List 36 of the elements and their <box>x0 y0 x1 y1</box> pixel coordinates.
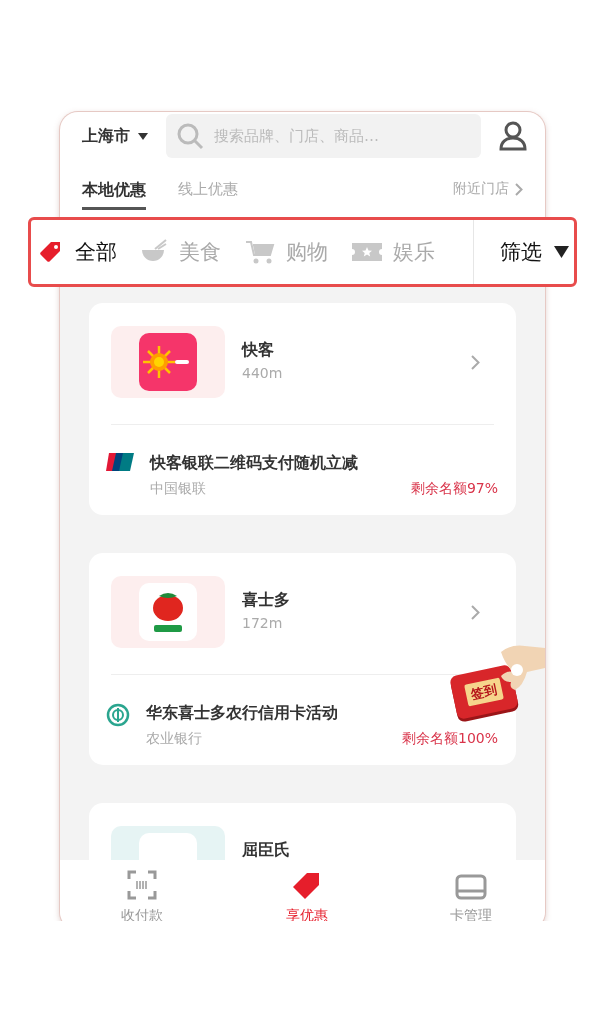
remaining-quota: 剩余名额100% <box>401 730 498 748</box>
city-selector[interactable]: 上海市 <box>82 125 148 147</box>
store-name: 快客 <box>242 340 275 361</box>
card-icon <box>455 874 487 900</box>
bank-name: 农业银行 <box>146 730 202 748</box>
store-logo-icon <box>139 583 197 641</box>
caret-icon <box>138 132 148 140</box>
dropdown-arrow-icon <box>554 246 569 258</box>
store-distance: 440m <box>242 365 284 381</box>
category-tab[interactable]: 全部 <box>38 238 117 266</box>
search-icon <box>176 122 204 150</box>
tab[interactable]: 线上优惠 <box>178 180 238 208</box>
nearby-stores-link[interactable]: 附近门店 <box>453 180 523 198</box>
store-logo-icon <box>139 333 197 391</box>
tab[interactable]: 本地优惠 <box>82 180 146 210</box>
offer-title: 华东喜士多农行信用卡活动 <box>146 703 339 724</box>
scan-icon <box>127 870 157 900</box>
category-tab[interactable]: 美食 <box>141 238 221 266</box>
category-tab[interactable]: 购物 <box>245 238 328 266</box>
remaining-quota: 剩余名额97% <box>410 480 498 498</box>
filter-dropdown[interactable]: 筛选 <box>474 238 574 266</box>
ticket-icon <box>352 241 382 263</box>
store-distance: 172m <box>242 615 284 631</box>
offer-title: 快客银联二维码支付随机立减 <box>150 453 359 474</box>
store-name: 屈臣氏 <box>242 840 291 860</box>
chevron-icon <box>515 182 523 196</box>
store-name: 喜士多 <box>242 590 291 611</box>
coin-icon <box>106 703 130 727</box>
profile-icon[interactable] <box>499 121 527 151</box>
nav-tab[interactable]: 卡管理 <box>439 874 503 921</box>
bank-name: 中国银联 <box>150 480 206 498</box>
card-logo-icon <box>106 453 134 471</box>
cart-icon <box>245 239 275 265</box>
category-tab[interactable]: 娱乐 <box>352 238 435 266</box>
chevron-icon[interactable] <box>471 604 480 620</box>
chevron-icon[interactable] <box>471 354 480 370</box>
